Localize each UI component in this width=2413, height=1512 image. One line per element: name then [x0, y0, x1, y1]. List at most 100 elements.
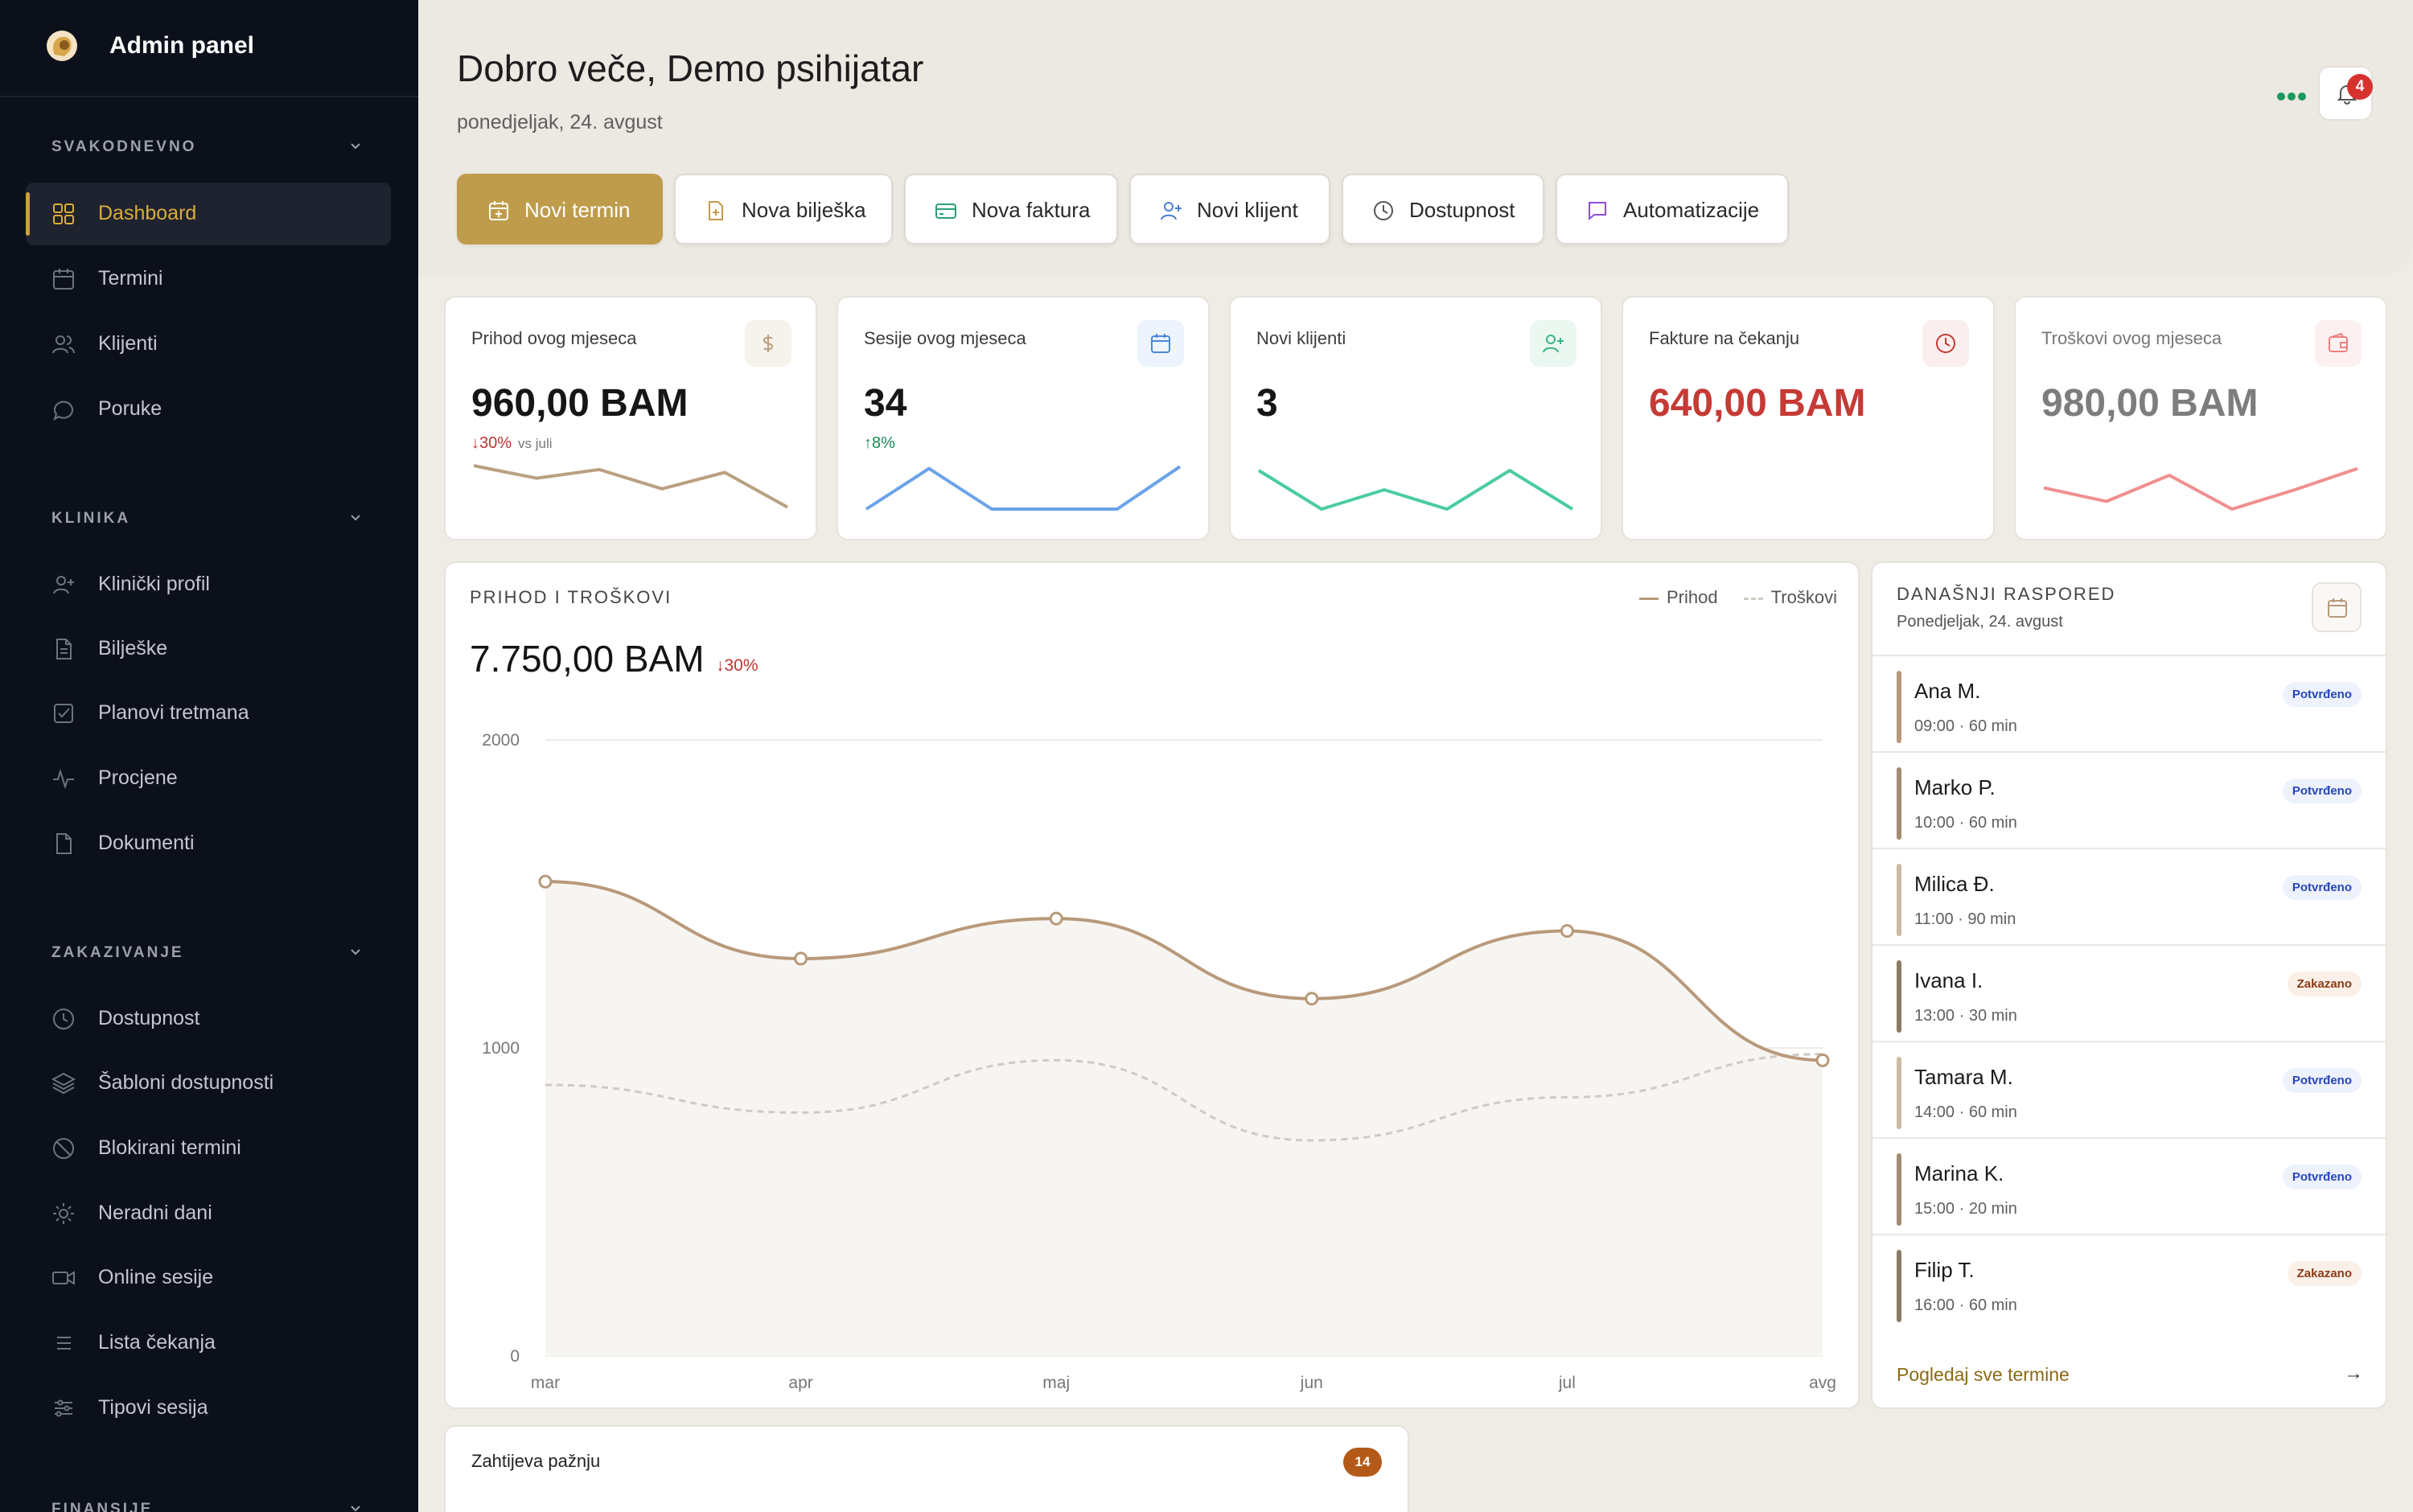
sidebar-item-dashboard[interactable]: Dashboard	[26, 183, 391, 245]
chevron-down-icon[interactable]	[347, 510, 364, 526]
credit-card-icon	[935, 203, 956, 219]
sidebar-item-lista-cekanja[interactable]: Lista čekanja	[26, 1312, 391, 1374]
legend-swatch	[1638, 597, 1659, 600]
data-point[interactable]	[794, 951, 808, 966]
x-tick-label: jul	[1558, 1374, 1576, 1392]
sidebar-item-planovi-tretmana[interactable]: Planovi tretmana	[26, 682, 391, 745]
stat-icon-box	[1137, 320, 1184, 367]
sidebar-item-dokumenti[interactable]: Dokumenti	[26, 812, 391, 875]
sidebar-item-label: Dokumenti	[98, 832, 195, 854]
client-name: Filip T.	[1914, 1258, 1975, 1282]
sidebar-item-label: Termini	[98, 267, 163, 290]
stat-card-novi-klijenti[interactable]: Novi klijenti 3	[1229, 296, 1602, 540]
x-tick-label: maj	[1042, 1374, 1070, 1392]
stat-icon-box	[1530, 320, 1576, 367]
session-time: 10:00 · 60 min	[1914, 814, 2017, 832]
novi-klijent-button[interactable]: Novi klijent	[1129, 174, 1330, 244]
schedule-item[interactable]: Filip T. 16:00 · 60 min Zakazano	[1872, 1234, 2386, 1330]
sidebar-item-label: Procjene	[98, 766, 178, 789]
sidebar-item-label: Dashboard	[98, 202, 197, 224]
sliders-icon	[55, 1399, 72, 1417]
sparkline	[473, 464, 788, 509]
chevron-down-icon[interactable]	[347, 138, 364, 154]
revenue-line-chart[interactable]: 0 1000 2000 mar apr maj jun jul avg	[446, 692, 1861, 1399]
stat-change-value: ↑8%	[864, 434, 895, 452]
chevron-down-icon[interactable]	[347, 944, 364, 960]
sidebar-item-klinicki-profil[interactable]: Klinički profil	[26, 553, 391, 616]
sidebar-item-procjene[interactable]: Procjene	[26, 747, 391, 810]
schedule-item[interactable]: Tamara M. 14:00 · 60 min Potvrđeno	[1872, 1041, 2386, 1137]
schedule-item[interactable]: Marko P. 10:00 · 60 min Potvrđeno	[1872, 751, 2386, 848]
schedule-item[interactable]: Milica Đ. 11:00 · 90 min Potvrđeno	[1872, 848, 2386, 944]
section-title-svakodnevno[interactable]: SVAKODNEVNO	[51, 138, 196, 156]
attention-count-badge: 14	[1343, 1448, 1382, 1477]
x-tick-label: mar	[531, 1374, 560, 1392]
sidebar-item-termini[interactable]: Termini	[26, 248, 391, 310]
novi-termin-button[interactable]: Novi termin	[457, 174, 663, 244]
status-badge: Zakazano	[2287, 1261, 2362, 1286]
stat-card-troskovi[interactable]: Troškovi ovog mjeseca 980,00 BAM	[2014, 296, 2387, 540]
page-title: Dobro veče, Demo psihijatar	[457, 47, 924, 89]
stat-card-fakture[interactable]: Fakture na čekanju 640,00 BAM	[1622, 296, 1995, 540]
session-time: 16:00 · 60 min	[1914, 1296, 2017, 1314]
sidebar-item-biljeske[interactable]: Bilješke	[26, 618, 391, 680]
schedule-item[interactable]: Marina K. 15:00 · 20 min Potvrđeno	[1872, 1137, 2386, 1234]
user-plus-icon	[53, 576, 74, 594]
sidebar-item-klijenti[interactable]: Klijenti	[26, 313, 391, 376]
sidebar-item-poruke[interactable]: Poruke	[26, 378, 391, 441]
nova-biljeska-button[interactable]: Nova bilješka	[674, 174, 893, 244]
data-point[interactable]	[1305, 992, 1319, 1006]
schedule-item[interactable]: Ana M. 09:00 · 60 min Potvrđeno	[1872, 655, 2386, 751]
chat-icon	[53, 401, 73, 421]
session-time: 09:00 · 60 min	[1914, 717, 2017, 735]
calendar-plus-icon	[489, 201, 508, 220]
button-label: Dostupnost	[1409, 198, 1515, 222]
sidebar-item-online-sesije[interactable]: Online sesije	[26, 1247, 391, 1309]
data-point[interactable]	[1815, 1053, 1830, 1067]
button-label: Nova bilješka	[742, 198, 866, 222]
sidebar-item-blokirani-termini[interactable]: Blokirani termini	[26, 1117, 391, 1180]
chart-title: PRIHOD I TROŠKOVI	[470, 587, 672, 607]
data-point[interactable]	[538, 874, 553, 889]
data-point[interactable]	[1560, 923, 1574, 938]
clock-icon	[1936, 334, 1955, 353]
data-point[interactable]	[1049, 911, 1063, 926]
sparkline-path	[865, 465, 1182, 511]
nova-faktura-button[interactable]: Nova faktura	[904, 174, 1118, 244]
sidebar-item-tipovi-sesija[interactable]: Tipovi sesija	[26, 1377, 391, 1440]
section-title-finansije[interactable]: FINANSIJE	[51, 1501, 153, 1512]
stat-card-prihod[interactable]: Prihod ovog mjeseca 960,00 BAM ↓30% vs ju…	[444, 296, 817, 540]
video-icon	[52, 1271, 75, 1285]
sidebar-item-dostupnost[interactable]: Dostupnost	[26, 988, 391, 1050]
stat-value: 3	[1256, 382, 1278, 425]
layers-icon	[51, 1072, 76, 1095]
schedule-item[interactable]: Ivana I. 13:00 · 30 min Zakazano	[1872, 944, 2386, 1041]
schedule-date: Ponedjeljak, 24. avgust	[1897, 613, 2063, 631]
ban-icon	[53, 1138, 74, 1159]
stat-label: Fakture na čekanju	[1649, 328, 1800, 348]
automatizacije-button[interactable]: Automatizacije	[1556, 174, 1789, 244]
schedule-item-bar	[1897, 1250, 1901, 1322]
sidebar-item-neradni-dani[interactable]: Neradni dani	[26, 1182, 391, 1245]
section-title-zakazivanje[interactable]: ZAKAZIVANJE	[51, 944, 184, 962]
view-all-link[interactable]: Pogledaj sve termine	[1897, 1364, 2070, 1386]
status-dots-icon[interactable]	[2276, 90, 2308, 103]
arrow-right-icon[interactable]: →	[2344, 1362, 2363, 1385]
user-plus-icon	[1543, 335, 1564, 353]
chevron-down-icon[interactable]	[347, 1501, 364, 1512]
user-plus-icon	[1161, 202, 1182, 220]
calendar-icon	[1151, 334, 1170, 353]
brand-name: Admin panel	[109, 32, 255, 59]
dostupnost-button[interactable]: Dostupnost	[1342, 174, 1544, 244]
notifications-button[interactable]: 4	[2318, 66, 2373, 121]
calendar-button[interactable]	[2312, 582, 2362, 632]
chart-legend: Prihod Troškovi	[1638, 587, 1837, 608]
stat-label: Troškovi ovog mjeseca	[2041, 328, 2222, 348]
client-name: Marina K.	[1914, 1161, 2004, 1185]
stat-card-sesije[interactable]: Sesije ovog mjeseca 34 ↑8%	[837, 296, 1210, 540]
notification-badge: 4	[2347, 74, 2373, 100]
sidebar-item-label: Klijenti	[98, 332, 158, 355]
sidebar-item-sabloni-dostupnosti[interactable]: Šabloni dostupnosti	[26, 1052, 391, 1115]
section-title-klinika[interactable]: KLINIKA	[51, 510, 130, 528]
brand[interactable]: Admin panel	[0, 0, 418, 97]
